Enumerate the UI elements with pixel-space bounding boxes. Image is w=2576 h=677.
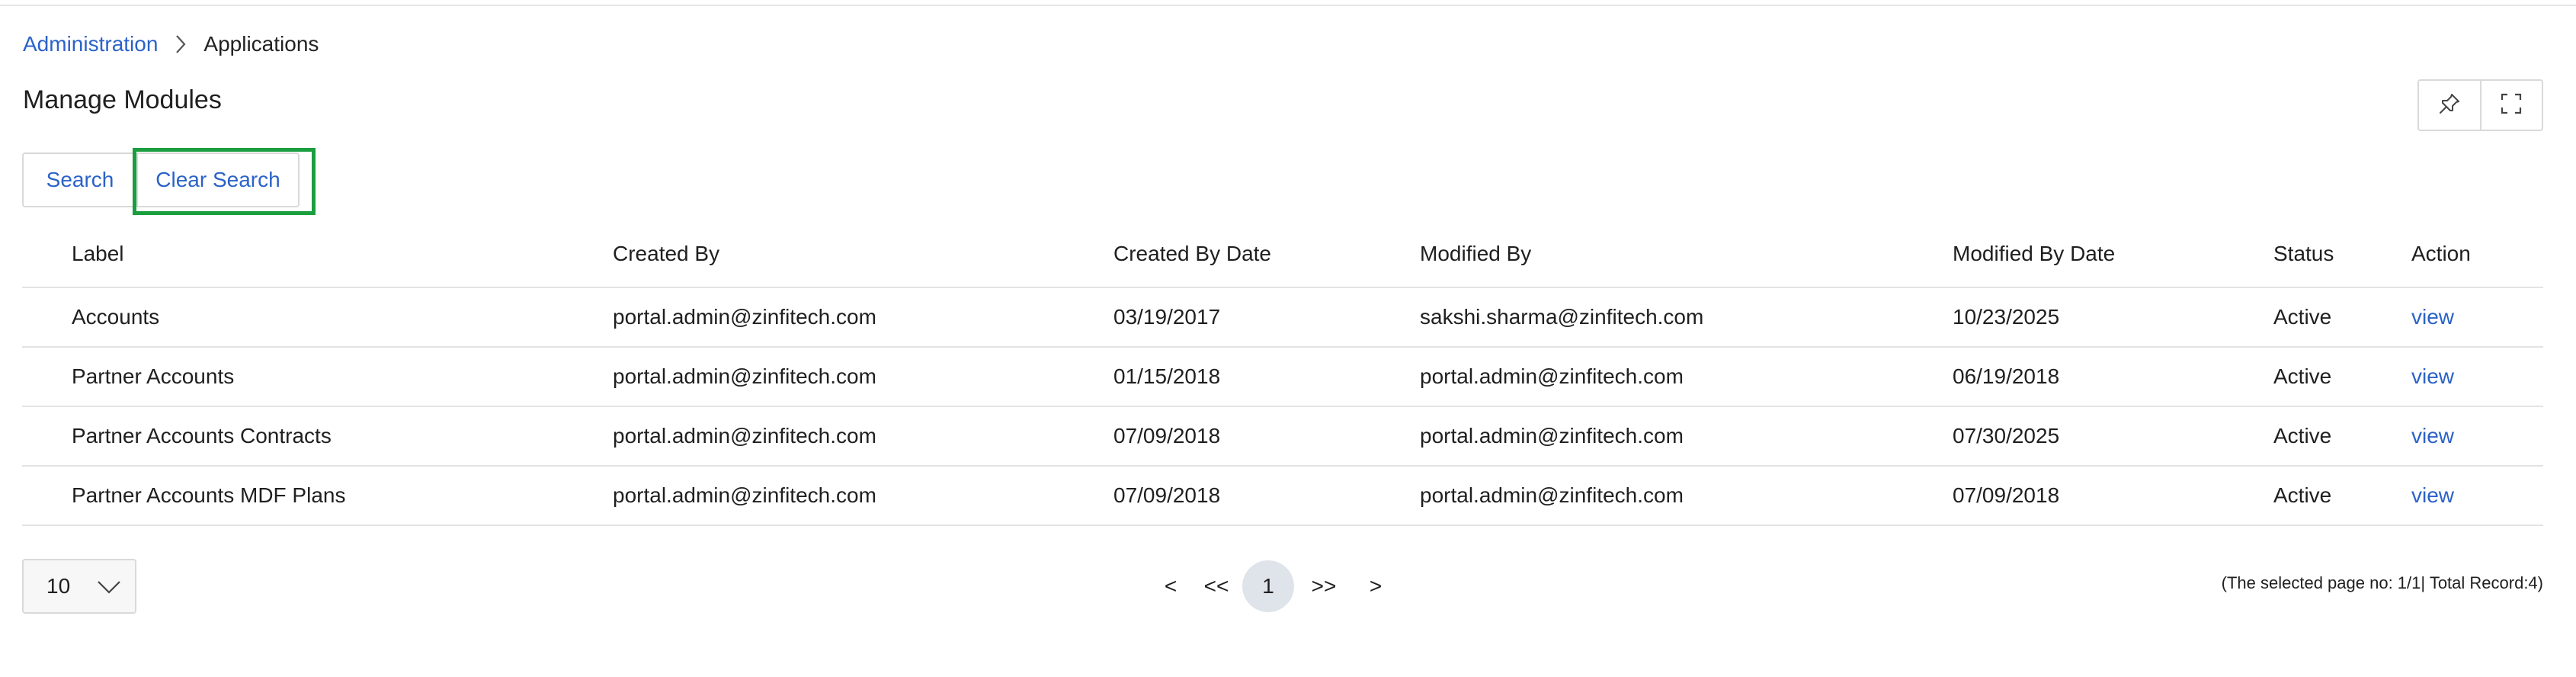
column-header-created-by[interactable]: Created By <box>613 242 1113 266</box>
pin-icon <box>2437 91 2462 120</box>
column-header-modified-by-date[interactable]: Modified By Date <box>1953 242 2273 266</box>
cell-modified-by-date: 07/09/2018 <box>1953 483 2060 507</box>
cell-status: Active <box>2273 424 2332 448</box>
page-size-select[interactable]: 10 <box>22 559 136 614</box>
last-page-button[interactable]: >> <box>1294 560 1354 612</box>
chevron-right-icon <box>158 29 203 59</box>
cell-status: Active <box>2273 305 2332 329</box>
cell-created-by: portal.admin@zinfitech.com <box>613 364 876 388</box>
cell-created-by-date: 03/19/2017 <box>1113 305 1221 329</box>
cell-label: Partner Accounts <box>72 364 235 388</box>
table-row: Accounts portal.admin@zinfitech.com 03/1… <box>22 288 2543 348</box>
view-link[interactable]: view <box>2411 424 2543 448</box>
cell-created-by-date: 07/09/2018 <box>1113 483 1221 507</box>
record-info: (The selected page no: 1/1| Total Record… <box>2221 573 2543 592</box>
page-size-value: 10 <box>46 574 71 598</box>
modules-table: Label Created By Created By Date Modifie… <box>22 221 2543 526</box>
column-header-action: Action <box>2411 242 2471 265</box>
view-link[interactable]: view <box>2411 483 2543 508</box>
next-page-button[interactable]: > <box>1354 560 1398 612</box>
breadcrumb-current: Applications <box>203 32 319 56</box>
previous-page-button[interactable]: < <box>1151 560 1190 612</box>
cell-modified-by-date: 07/30/2025 <box>1953 424 2060 448</box>
cell-modified-by-date: 06/19/2018 <box>1953 364 2060 388</box>
view-link[interactable]: view <box>2411 364 2543 389</box>
column-header-modified-by[interactable]: Modified By <box>1420 242 1953 266</box>
page-title: Manage Modules <box>23 85 222 114</box>
first-page-button[interactable]: << <box>1190 560 1242 612</box>
view-link[interactable]: view <box>2411 305 2543 329</box>
column-header-created-by-date[interactable]: Created By Date <box>1113 242 1420 266</box>
chevron-down-icon <box>95 574 123 602</box>
table-row: Partner Accounts MDF Plans portal.admin@… <box>22 467 2543 526</box>
table-row: Partner Accounts portal.admin@zinfitech.… <box>22 348 2543 407</box>
table-row: Partner Accounts Contracts portal.admin@… <box>22 407 2543 467</box>
cell-label: Partner Accounts MDF Plans <box>72 483 346 507</box>
cell-created-by-date: 01/15/2018 <box>1113 364 1221 388</box>
top-divider <box>0 0 2576 6</box>
page: Administration Applications Manage Modul… <box>0 0 2576 677</box>
pin-button[interactable] <box>2419 81 2480 130</box>
pagination: < << 1 >> > <box>1151 560 1398 612</box>
search-button[interactable]: Search <box>22 152 136 207</box>
cell-created-by: portal.admin@zinfitech.com <box>613 305 876 329</box>
view-options-group <box>2417 79 2543 131</box>
cell-created-by-date: 07/09/2018 <box>1113 424 1221 448</box>
fullscreen-icon <box>2499 91 2523 120</box>
cell-created-by: portal.admin@zinfitech.com <box>613 483 876 507</box>
cell-modified-by: portal.admin@zinfitech.com <box>1420 483 1684 507</box>
cell-modified-by: portal.admin@zinfitech.com <box>1420 364 1684 388</box>
cell-status: Active <box>2273 364 2332 388</box>
cell-status: Active <box>2273 483 2332 507</box>
fullscreen-button[interactable] <box>2479 81 2542 130</box>
cell-modified-by: portal.admin@zinfitech.com <box>1420 424 1684 448</box>
clear-search-button[interactable]: Clear Search <box>136 152 300 207</box>
cell-created-by: portal.admin@zinfitech.com <box>613 424 876 448</box>
current-page-button[interactable]: 1 <box>1242 560 1294 612</box>
cell-label: Partner Accounts Contracts <box>72 424 332 448</box>
breadcrumb-administration-link[interactable]: Administration <box>23 32 158 56</box>
column-header-label[interactable]: Label <box>22 242 613 266</box>
column-header-status[interactable]: Status <box>2273 242 2411 266</box>
table-header: Label Created By Created By Date Modifie… <box>22 221 2543 288</box>
cell-modified-by: sakshi.sharma@zinfitech.com <box>1420 305 1704 329</box>
cell-modified-by-date: 10/23/2025 <box>1953 305 2060 329</box>
breadcrumb: Administration Applications <box>23 29 319 59</box>
cell-label: Accounts <box>72 305 160 329</box>
